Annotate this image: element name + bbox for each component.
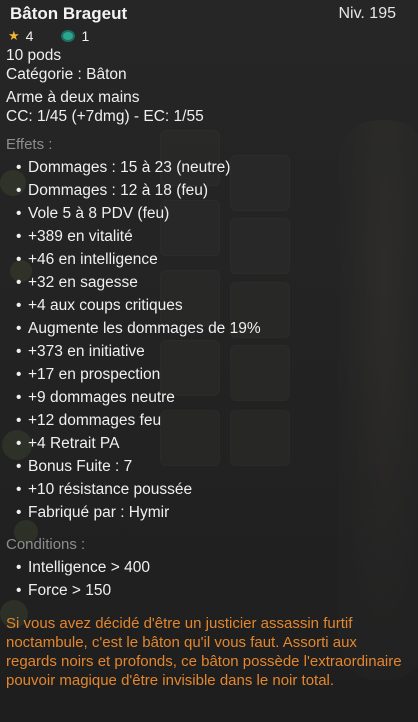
condition-item: • Force > 150	[6, 579, 412, 602]
item-level: Niv. 195	[338, 5, 396, 22]
bullet-icon: •	[16, 559, 22, 576]
bullet-icon: •	[16, 251, 22, 268]
eye-count: 1	[81, 28, 90, 44]
bullet-icon: •	[16, 320, 22, 337]
effect-item: • +373 en initiative	[6, 340, 412, 363]
effect-item: • +9 dommages neutre	[6, 386, 412, 409]
bullet-icon: •	[16, 182, 22, 199]
effect-item: • +4 Retrait PA	[6, 432, 412, 455]
effect-item: • Bonus Fuite : 7	[6, 455, 412, 478]
bullet-icon: •	[16, 389, 22, 406]
bullet-icon: •	[16, 274, 22, 291]
item-description: Si vous avez décidé d'être un justicier …	[6, 615, 402, 689]
item-crit: CC: 1/45 (+7dmg) - EC: 1/55	[6, 108, 204, 125]
conditions-list: • Intelligence > 400 • Force > 150	[6, 556, 412, 602]
bullet-icon: •	[16, 504, 22, 521]
effect-item: • +12 dommages feu	[6, 409, 412, 432]
effect-item: • +46 en intelligence	[6, 248, 412, 271]
bullet-icon: •	[16, 205, 22, 222]
bullet-icon: •	[16, 366, 22, 383]
bullet-icon: •	[16, 228, 22, 245]
eye-icon	[61, 30, 76, 42]
effects-title: Effets :	[6, 136, 53, 153]
tooltip-header: Bâton Brageut Niv. 195	[6, 0, 412, 26]
item-weight: 10 pods	[6, 47, 62, 64]
bullet-icon: •	[16, 159, 22, 176]
conditions-title: Conditions :	[6, 536, 86, 553]
effect-item: • Vole 5 à 8 PDV (feu)	[6, 202, 412, 225]
effect-item: • Dommages : 15 à 23 (neutre)	[6, 156, 412, 179]
bullet-icon: •	[16, 481, 22, 498]
item-hands: Arme à deux mains	[6, 89, 140, 106]
star-icon: ★	[8, 28, 20, 43]
item-name: Bâton Brageut	[10, 4, 128, 23]
item-tooltip: Bâton Brageut Niv. 195 ★ 4 1 10 pods Cat…	[0, 0, 418, 722]
effect-item: • Fabriqué par : Hymir	[6, 501, 412, 524]
bullet-icon: •	[16, 297, 22, 314]
effect-item: • Augmente les dommages de 19%	[6, 317, 412, 340]
bullet-icon: •	[16, 343, 22, 360]
effects-list: • Dommages : 15 à 23 (neutre) • Dommages :…	[6, 156, 412, 524]
bullet-icon: •	[16, 582, 22, 599]
tooltip-content: Bâton Brageut Niv. 195 ★ 4 1 10 pods Cat…	[0, 0, 418, 690]
effect-item: • +10 résistance poussée	[6, 478, 412, 501]
bullet-icon: •	[16, 435, 22, 452]
effect-item: • +17 en prospection	[6, 363, 412, 386]
item-category: Catégorie : Bâton	[6, 66, 127, 83]
bullet-icon: •	[16, 458, 22, 475]
effect-item: • +4 aux coups critiques	[6, 294, 412, 317]
star-count: 4	[25, 28, 34, 44]
item-stats-row: ★ 4 1	[6, 26, 412, 46]
condition-item: • Intelligence > 400	[6, 556, 412, 579]
effect-item: • +389 en vitalité	[6, 225, 412, 248]
bullet-icon: •	[16, 412, 22, 429]
effect-item: • +32 en sagesse	[6, 271, 412, 294]
effect-item: • Dommages : 12 à 18 (feu)	[6, 179, 412, 202]
